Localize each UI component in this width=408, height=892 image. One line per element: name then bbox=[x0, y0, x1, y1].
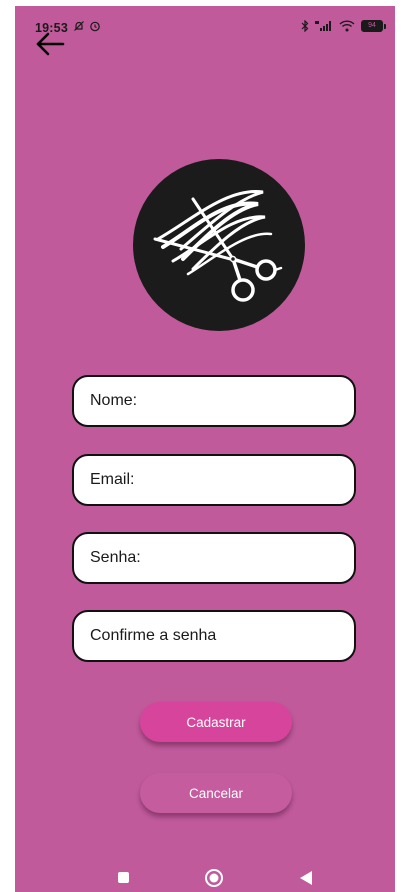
register-button[interactable]: Cadastrar bbox=[140, 702, 292, 742]
email-field[interactable] bbox=[74, 456, 354, 504]
nav-back-button[interactable] bbox=[299, 870, 313, 886]
app-logo bbox=[133, 159, 305, 331]
mute-bell-icon bbox=[74, 21, 84, 31]
bluetooth-icon bbox=[301, 20, 309, 32]
cancel-button[interactable]: Cancelar bbox=[140, 773, 292, 813]
signal-icon bbox=[315, 21, 331, 31]
confirm-password-field[interactable] bbox=[74, 612, 354, 660]
register-screen: 19:53 94 Nome: Email: Cadastrar Cancelar bbox=[15, 6, 395, 892]
nav-recents-button[interactable] bbox=[118, 872, 129, 883]
confirm-password-field-container bbox=[72, 610, 356, 662]
status-bar: 19:53 94 bbox=[15, 6, 395, 40]
status-left-icons bbox=[73, 20, 101, 32]
circle-icon bbox=[205, 869, 223, 887]
triangle-back-icon bbox=[300, 871, 312, 885]
alarm-icon bbox=[90, 21, 100, 32]
status-right-icons: 94 bbox=[301, 20, 386, 32]
email-field-container bbox=[72, 454, 356, 506]
name-field[interactable] bbox=[74, 377, 354, 425]
name-field-container bbox=[72, 375, 356, 427]
system-nav-bar bbox=[15, 860, 395, 892]
arrow-left-icon bbox=[36, 32, 65, 56]
back-button[interactable] bbox=[35, 32, 65, 56]
battery-icon: 94 bbox=[361, 20, 386, 32]
nav-home-button[interactable] bbox=[204, 868, 224, 888]
password-field[interactable] bbox=[74, 534, 354, 582]
wifi-icon bbox=[339, 20, 355, 32]
password-field-container bbox=[72, 532, 356, 584]
scissors-hair-logo-icon bbox=[153, 189, 283, 302]
